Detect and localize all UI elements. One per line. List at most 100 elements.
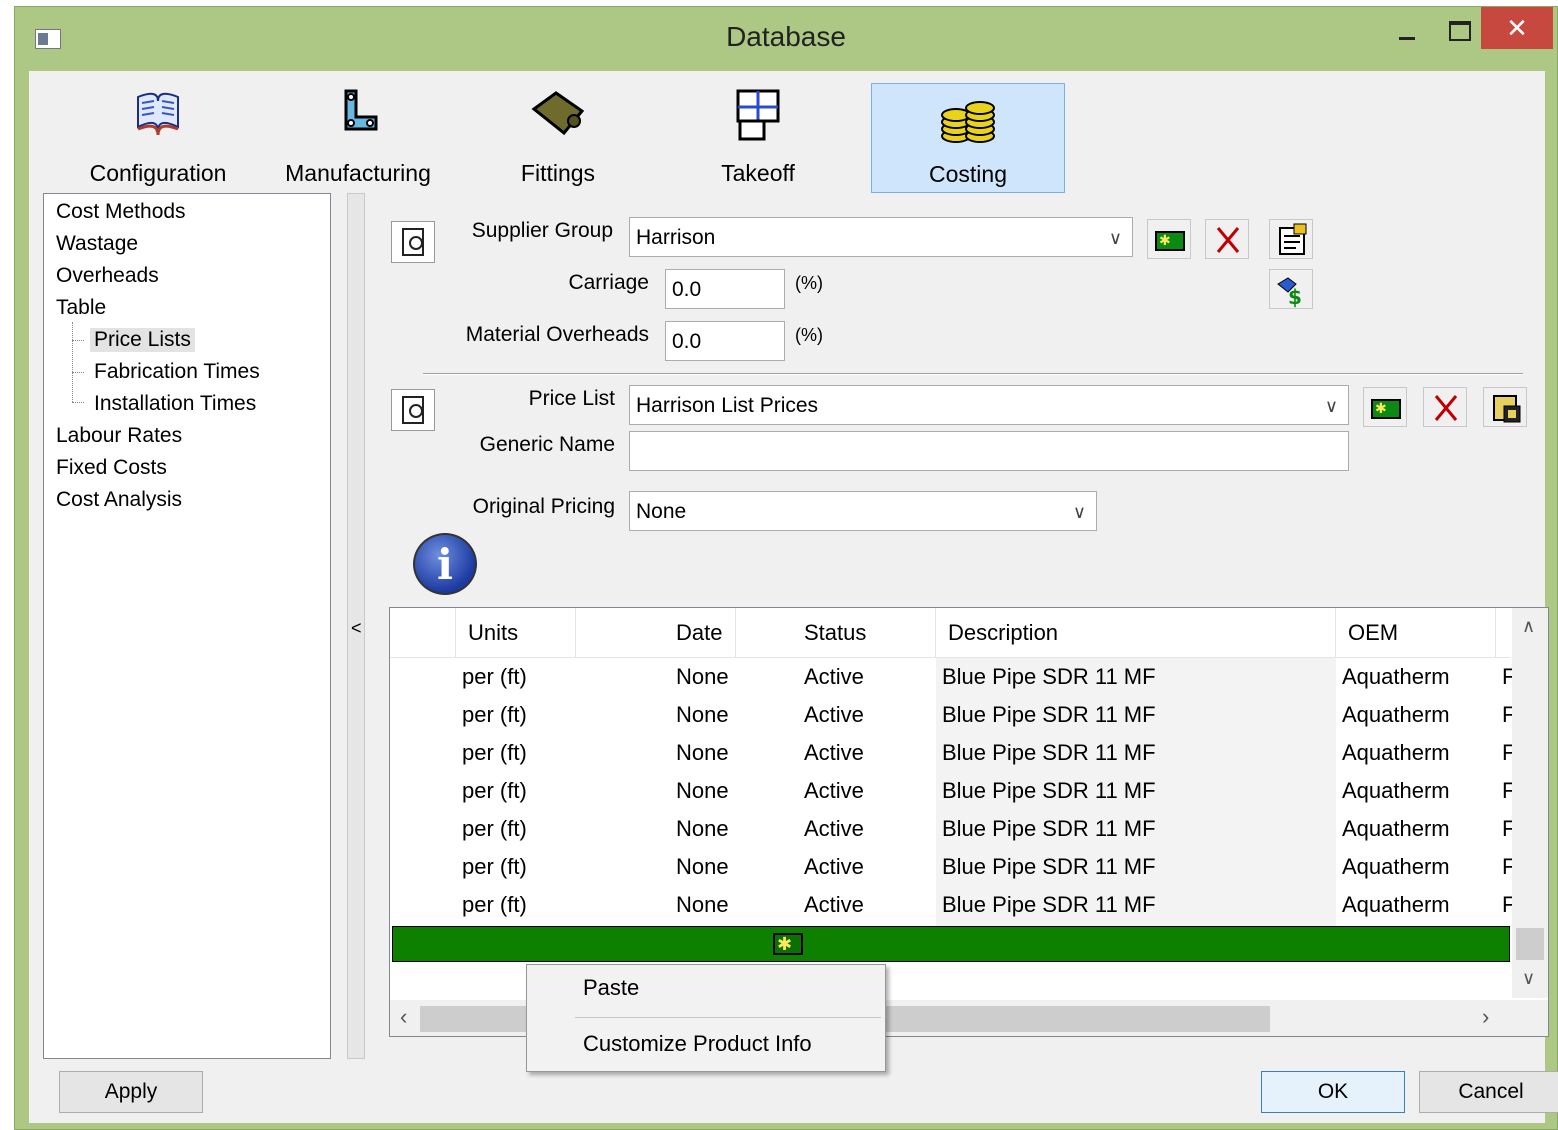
table-row[interactable]: per (ft) None Active Blue Pipe SDR 11 MF… bbox=[390, 772, 1512, 810]
menu-item-paste[interactable]: Paste bbox=[583, 975, 639, 1001]
grid-header: Units Date Status Description OEM bbox=[390, 608, 1510, 658]
column-header-units[interactable]: Units bbox=[456, 608, 576, 658]
price-list-properties-button[interactable] bbox=[1483, 387, 1527, 427]
cell-truncated: F bbox=[1502, 658, 1512, 696]
tab-fittings[interactable]: Fittings bbox=[469, 83, 647, 193]
column-header-date[interactable]: Date bbox=[576, 608, 736, 658]
table-row[interactable]: per (ft) None Active Blue Pipe SDR 11 MF… bbox=[390, 848, 1512, 886]
supplier-preview-button[interactable] bbox=[391, 221, 435, 263]
supplier-group-label: Supplier Group bbox=[471, 219, 613, 242]
tree-connector bbox=[72, 340, 84, 341]
column-header-description[interactable]: Description bbox=[936, 608, 1336, 658]
close-button[interactable]: ✕ bbox=[1481, 7, 1553, 49]
column-header-blank[interactable] bbox=[390, 608, 456, 658]
tree-connector bbox=[72, 372, 84, 373]
tab-label: Costing bbox=[929, 161, 1007, 187]
column-header-oem[interactable]: OEM bbox=[1336, 608, 1496, 658]
price-list-select[interactable]: Harrison List Prices ∨ bbox=[629, 385, 1349, 425]
svg-text:$: $ bbox=[1288, 285, 1302, 309]
tab-label: Manufacturing bbox=[285, 160, 431, 186]
properties-icon bbox=[1279, 223, 1307, 255]
tab-configuration[interactable]: Configuration bbox=[69, 83, 247, 193]
tree-item-installation-times[interactable]: Installation Times bbox=[94, 392, 256, 416]
chevron-down-icon: ∨ bbox=[1072, 502, 1086, 522]
collapse-chevron-icon[interactable]: < bbox=[351, 618, 362, 639]
table-row[interactable]: per (ft) None Active Blue Pipe SDR 11 MF… bbox=[390, 734, 1512, 772]
cell-oem: Aquatherm bbox=[1342, 702, 1450, 727]
tab-manufacturing[interactable]: Manufacturing bbox=[269, 83, 447, 193]
cell-description: Blue Pipe SDR 11 MF bbox=[942, 740, 1156, 765]
cell-status: Active bbox=[804, 816, 864, 841]
cell-units: per (ft) bbox=[462, 664, 527, 689]
delete-supplier-button[interactable] bbox=[1205, 219, 1249, 259]
carriage-unit: (%) bbox=[795, 273, 823, 293]
ok-button[interactable]: OK bbox=[1261, 1071, 1405, 1113]
table-row[interactable]: per (ft) None Active Blue Pipe SDR 11 MF… bbox=[390, 810, 1512, 848]
supplier-group-select[interactable]: Harrison ∨ bbox=[629, 217, 1133, 257]
original-pricing-label: Original Pricing bbox=[472, 495, 615, 518]
generic-name-label: Generic Name bbox=[479, 433, 615, 456]
table-row[interactable]: per (ft) None Active Blue Pipe SDR 11 MF… bbox=[390, 886, 1512, 924]
apply-button[interactable]: Apply bbox=[59, 1071, 203, 1113]
cell-oem: Aquatherm bbox=[1342, 778, 1450, 803]
cell-units: per (ft) bbox=[462, 854, 527, 879]
material-overheads-label: Material Overheads bbox=[465, 323, 649, 346]
vertical-scroll-thumb[interactable] bbox=[1516, 928, 1544, 960]
original-pricing-select[interactable]: None ∨ bbox=[629, 491, 1097, 531]
tree-item-cost-analysis[interactable]: Cost Analysis bbox=[56, 488, 182, 512]
info-icon[interactable]: i bbox=[413, 533, 477, 595]
section-divider bbox=[423, 373, 1523, 375]
cell-description: Blue Pipe SDR 11 MF bbox=[942, 778, 1156, 803]
chevron-down-icon: ∨ bbox=[1324, 396, 1338, 416]
scroll-left-icon[interactable]: ‹ bbox=[400, 1004, 407, 1030]
maximize-button[interactable] bbox=[1435, 7, 1485, 49]
supplier-currency-button[interactable]: $ bbox=[1269, 269, 1313, 309]
cell-description: Blue Pipe SDR 11 MF bbox=[942, 664, 1156, 689]
cell-truncated: F bbox=[1502, 810, 1512, 848]
material-overheads-input[interactable]: 0.0 bbox=[665, 321, 785, 361]
cell-date: None bbox=[676, 892, 729, 917]
tree-item-labour-rates[interactable]: Labour Rates bbox=[56, 424, 182, 448]
new-row[interactable]: ✱ bbox=[392, 926, 1510, 962]
minimize-button[interactable] bbox=[1385, 7, 1429, 49]
cell-status: Active bbox=[804, 892, 864, 917]
column-header-status[interactable]: Status bbox=[736, 608, 936, 658]
cancel-button[interactable]: Cancel bbox=[1419, 1071, 1558, 1113]
cell-oem: Aquatherm bbox=[1342, 892, 1450, 917]
cell-date: None bbox=[676, 664, 729, 689]
panel-splitter[interactable]: < bbox=[347, 193, 365, 1059]
vertical-scrollbar[interactable]: ∧ ∨ bbox=[1512, 608, 1548, 998]
menu-item-customize-product-info[interactable]: Customize Product Info bbox=[583, 1031, 812, 1057]
tree-item-wastage[interactable]: Wastage bbox=[56, 232, 138, 256]
tab-takeoff[interactable]: Takeoff bbox=[669, 83, 847, 193]
tree-item-fixed-costs[interactable]: Fixed Costs bbox=[56, 456, 167, 480]
book-icon bbox=[137, 92, 179, 136]
generic-name-input[interactable] bbox=[629, 431, 1349, 471]
scroll-up-icon[interactable]: ∧ bbox=[1522, 616, 1535, 637]
tree-item-fabrication-times[interactable]: Fabrication Times bbox=[94, 360, 260, 384]
table-row[interactable]: per (ft) None Active Blue Pipe SDR 11 MF… bbox=[390, 696, 1512, 734]
new-price-list-button[interactable]: ✱ bbox=[1363, 387, 1407, 427]
currency-icon: $ bbox=[1277, 277, 1302, 309]
coins-icon bbox=[941, 101, 995, 143]
cell-description: Blue Pipe SDR 11 MF bbox=[942, 892, 1156, 917]
tree-item-overheads[interactable]: Overheads bbox=[56, 264, 159, 288]
supplier-properties-button[interactable] bbox=[1269, 219, 1313, 259]
scroll-right-icon[interactable]: › bbox=[1482, 1004, 1489, 1030]
tree-item-price-lists[interactable]: Price Lists bbox=[90, 328, 195, 352]
tree-item-cost-methods[interactable]: Cost Methods bbox=[56, 200, 186, 224]
delete-price-list-button[interactable] bbox=[1423, 387, 1467, 427]
tab-costing[interactable]: Costing bbox=[871, 83, 1065, 193]
cell-oem: Aquatherm bbox=[1342, 854, 1450, 879]
carriage-input[interactable]: 0.0 bbox=[665, 269, 785, 309]
tree-item-table[interactable]: Table bbox=[56, 296, 106, 320]
table-row[interactable]: per (ft) None Active Blue Pipe SDR 11 MF… bbox=[390, 658, 1512, 696]
scroll-down-icon[interactable]: ∨ bbox=[1522, 968, 1535, 989]
delete-icon bbox=[1434, 395, 1458, 421]
pricelist-preview-button[interactable] bbox=[391, 389, 435, 431]
navigation-tree[interactable]: Cost Methods Wastage Overheads Table Pri… bbox=[43, 193, 331, 1059]
material-overheads-unit: (%) bbox=[795, 325, 823, 345]
new-supplier-button[interactable]: ✱ bbox=[1147, 219, 1191, 259]
cell-description: Blue Pipe SDR 11 MF bbox=[942, 702, 1156, 727]
title-bar[interactable]: Database ✕ bbox=[15, 7, 1557, 71]
